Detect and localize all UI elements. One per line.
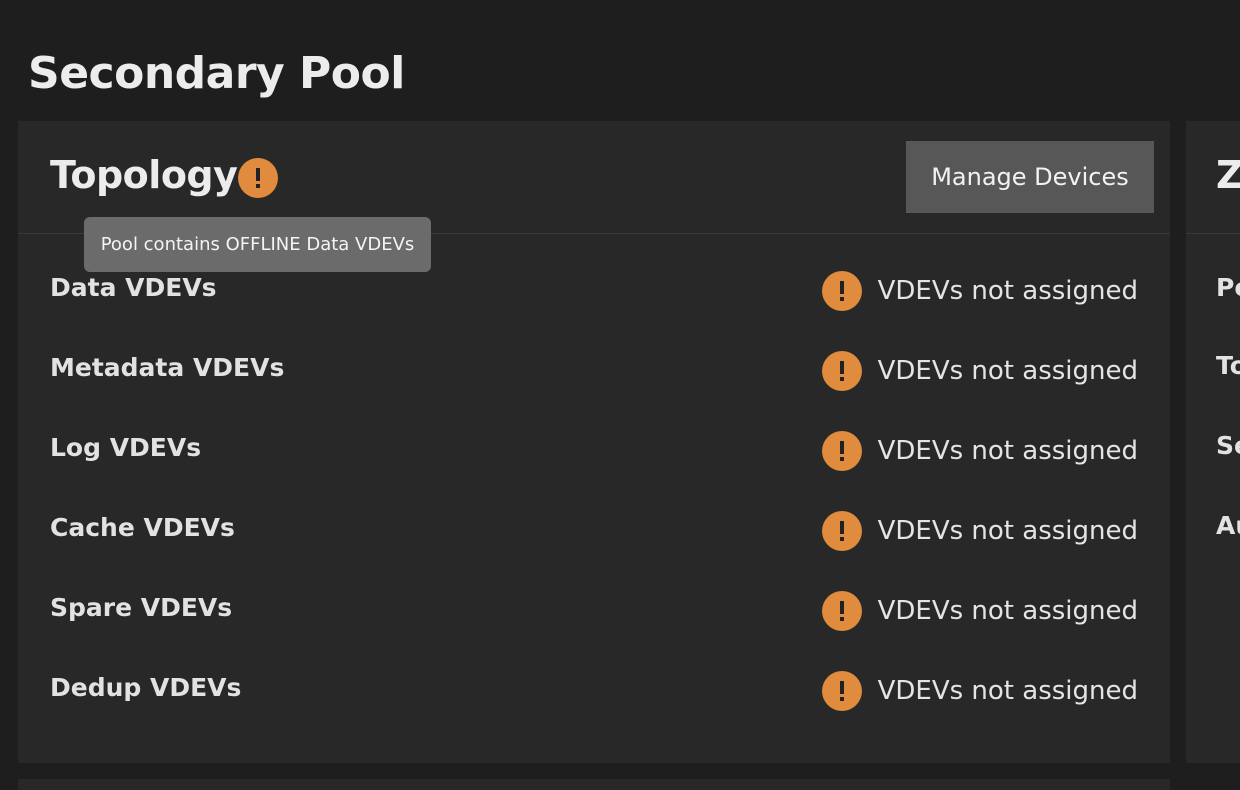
vdev-row-status: VDEVs not assigned	[821, 351, 1138, 391]
vdev-row-status-text: VDEVs not assigned	[877, 516, 1138, 546]
vdev-row-metadata: Metadata VDEVs VDEVs not assigned	[18, 331, 1170, 411]
vdev-row-status-text: VDEVs not assigned	[877, 676, 1138, 706]
vdev-row-log: Log VDEVs VDEVs not assigned	[18, 411, 1170, 491]
vdev-row-status-text: VDEVs not assigned	[877, 276, 1138, 306]
side-card-row: To	[1216, 351, 1240, 380]
vdev-row-spare: Spare VDEVs VDEVs not assigned	[18, 571, 1170, 651]
manage-devices-button[interactable]: Manage Devices	[906, 141, 1154, 213]
offline-vdevs-tooltip: Pool contains OFFLINE Data VDEVs	[84, 217, 431, 272]
side-card-row: Se	[1216, 431, 1240, 460]
alert-circle-icon	[821, 671, 862, 711]
alert-circle-icon	[821, 351, 862, 391]
side-card-row: Au	[1216, 511, 1240, 540]
page-title: Secondary Pool	[28, 48, 405, 99]
vdev-list: Data VDEVs VDEVs not assigned Metadata V…	[18, 251, 1170, 731]
alert-circle-icon[interactable]	[238, 158, 278, 198]
alert-circle-icon	[821, 591, 862, 631]
vdev-row-status-text: VDEVs not assigned	[877, 596, 1138, 626]
vdev-row-cache: Cache VDEVs VDEVs not assigned	[18, 491, 1170, 571]
alert-circle-icon	[821, 271, 862, 311]
vdev-row-status-text: VDEVs not assigned	[877, 356, 1138, 386]
vdev-row-dedup: Dedup VDEVs VDEVs not assigned	[18, 651, 1170, 731]
side-card-title: Z	[1216, 153, 1240, 197]
vdev-row-label: Metadata VDEVs	[50, 353, 285, 382]
vdev-row-label: Data VDEVs	[50, 273, 217, 302]
next-card	[18, 779, 1170, 790]
vdev-row-status: VDEVs not assigned	[821, 271, 1138, 311]
side-card-row: Po	[1216, 273, 1240, 302]
alert-circle-icon	[821, 511, 862, 551]
alert-circle-icon	[821, 431, 862, 471]
side-card: Z Po To Se Au	[1186, 121, 1240, 763]
vdev-row-status: VDEVs not assigned	[821, 591, 1138, 631]
side-card-header: Z	[1186, 121, 1240, 234]
vdev-row-status: VDEVs not assigned	[821, 511, 1138, 551]
topology-title: Topology	[50, 153, 238, 197]
vdev-row-status-text: VDEVs not assigned	[877, 436, 1138, 466]
vdev-row-label: Log VDEVs	[50, 433, 202, 462]
vdev-row-label: Cache VDEVs	[50, 513, 235, 542]
vdev-row-label: Dedup VDEVs	[50, 673, 242, 702]
vdev-row-label: Spare VDEVs	[50, 593, 233, 622]
vdev-row-status: VDEVs not assigned	[821, 431, 1138, 471]
page: Secondary Pool Topology Manage Devices D…	[0, 0, 1240, 790]
vdev-row-status: VDEVs not assigned	[821, 671, 1138, 711]
